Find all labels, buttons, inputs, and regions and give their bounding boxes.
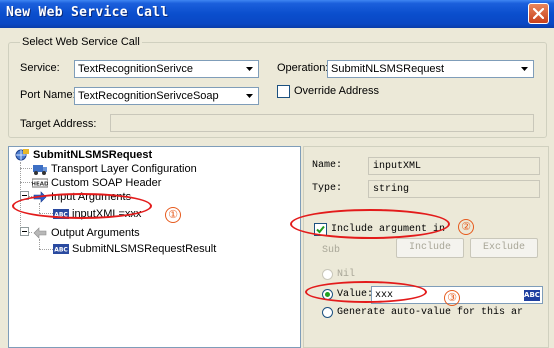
operation-label: Operation: [277,62,329,74]
chevron-down-icon [521,67,528,71]
svg-text:ABC: ABC [54,247,68,254]
abc-icon: ABC [53,244,69,254]
operation-select[interactable]: SubmitNLSMSRequest [327,60,534,78]
service-select[interactable]: TextRecognitionSerivce [74,60,259,78]
output-arrow-icon [33,227,47,239]
tree-item-label: Transport Layer Configuration [51,163,197,175]
port-name-label: Port Name: [20,89,76,101]
name-label: Name: [312,160,343,171]
close-icon [533,8,544,19]
annotation-oval-2 [290,209,450,239]
nil-radio[interactable] [322,269,333,280]
target-address-label: Target Address: [20,118,97,130]
port-name-value: TextRecognitionSerivceSoap [78,90,219,102]
annotation-oval-1 [12,193,152,219]
group-legend: Select Web Service Call [20,36,142,48]
target-address-field[interactable] [110,114,534,132]
port-name-select[interactable]: TextRecognitionSerivceSoap [74,87,259,105]
type-label: Type: [312,183,343,194]
exclude-button[interactable]: Exclude [470,238,538,258]
override-address-label: Override Address [294,85,379,97]
transport-icon [33,165,47,175]
name-field[interactable]: inputXML [368,157,540,175]
arguments-tree[interactable]: SubmitNLSMSRequest Transport Layer Confi… [8,146,301,348]
window-title: New Web Service Call [6,5,169,20]
override-address-checkbox[interactable] [277,85,290,98]
include-button[interactable]: Include [396,238,464,258]
generate-auto-value-label: Generate auto-value for this ar [337,307,524,318]
tree-item-label: Custom SOAP Header [51,177,162,189]
type-field[interactable]: string [368,180,540,198]
service-label: Service: [20,62,60,74]
tree-root-label: SubmitNLSMSRequest [33,149,153,161]
tree-connector [39,249,53,250]
head-icon: HEAD [32,178,48,188]
tree-item-label: SubmitNLSMSRequestResult [72,243,217,255]
chevron-down-icon [246,94,253,98]
annotation-marker-2: ② [458,219,474,235]
tree-connector [39,239,40,249]
argument-details-panel: Name: inputXML Type: string Include argu… [303,146,549,348]
tree-connector [20,182,32,183]
dialog-window: New Web Service Call Select Web Service … [0,0,554,348]
port-dropdown-arrow[interactable] [242,89,257,103]
web-service-icon [15,149,29,161]
output-arguments-expander[interactable] [20,227,29,236]
name-value: inputXML [373,161,422,172]
title-bar[interactable]: New Web Service Call [0,0,554,28]
abc-icon[interactable]: ABC [524,290,540,301]
nil-label: Nil [337,269,356,280]
annotation-oval-3 [305,281,427,303]
generate-auto-value-radio[interactable] [322,307,333,318]
chevron-down-icon [246,67,253,71]
operation-dropdown-arrow[interactable] [517,62,532,76]
type-value: string [373,184,410,195]
tree-item-label: Output Arguments [51,227,140,239]
operation-value: SubmitNLSMSRequest [331,63,445,75]
tree-connector [20,168,32,169]
annotation-marker-3: ③ [444,290,460,306]
service-value: TextRecognitionSerivce [78,63,193,75]
close-button[interactable] [528,3,549,24]
service-dropdown-arrow[interactable] [242,62,257,76]
svg-text:HEAD: HEAD [32,182,48,188]
sub-label: Sub [322,245,341,256]
annotation-marker-1: ① [165,207,181,223]
